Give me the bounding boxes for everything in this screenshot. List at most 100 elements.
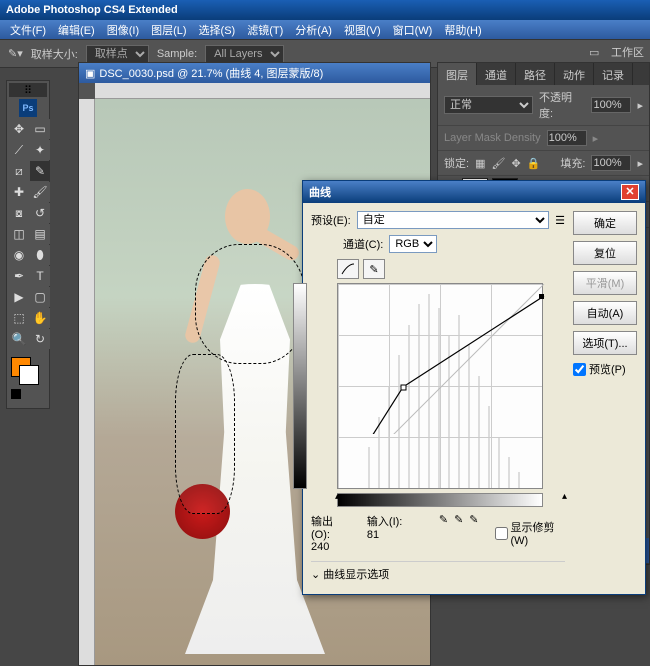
tab-history[interactable]: 记录 bbox=[594, 63, 633, 85]
menu-analysis[interactable]: 分析(A) bbox=[289, 20, 338, 40]
toolbox-grip[interactable]: ⠿ bbox=[9, 83, 47, 97]
fill-label: 填充: bbox=[560, 155, 585, 171]
zoom-tool[interactable]: 🔍 bbox=[9, 329, 29, 349]
hand-tool[interactable]: ✋ bbox=[30, 308, 50, 328]
menu-edit[interactable]: 编辑(E) bbox=[52, 20, 101, 40]
input-value[interactable]: 81 bbox=[367, 529, 407, 541]
magic-wand-tool[interactable]: ✦ bbox=[30, 140, 50, 160]
app-titlebar: Adobe Photoshop CS4 Extended bbox=[0, 0, 650, 20]
move-tool[interactable]: ✥ bbox=[9, 119, 29, 139]
document-title: DSC_0030.psd @ 21.7% (曲线 4, 图层蒙版/8) bbox=[99, 65, 323, 81]
toolbox: ⠿ Ps ✥ ▭ ⟋ ✦ ⧄ ✎ ✚ 🖌 ⧇ ↺ ◫ ▤ ◉ ⬮ ✒ T ▶ ▢… bbox=[6, 80, 50, 409]
output-value[interactable]: 240 bbox=[311, 541, 351, 553]
channel-label: 通道(C): bbox=[343, 236, 383, 252]
display-options-disclosure[interactable]: ⌄ 曲线显示选项 bbox=[311, 561, 565, 586]
curve-path bbox=[338, 284, 638, 434]
screen-mode-icon[interactable]: ▭ bbox=[589, 46, 605, 58]
eraser-tool[interactable]: ◫ bbox=[9, 224, 29, 244]
eyedropper-tool[interactable]: ✎ bbox=[30, 161, 50, 181]
pen-tool[interactable]: ✒ bbox=[9, 266, 29, 286]
preset-label: 预设(E): bbox=[311, 212, 351, 228]
sample-label: Sample: bbox=[157, 48, 197, 60]
black-point-slider[interactable]: ▴ bbox=[335, 491, 340, 502]
sample-size-select[interactable]: 取样点 bbox=[86, 45, 149, 63]
reset-button[interactable]: 复位 bbox=[573, 241, 637, 265]
output-gradient bbox=[293, 283, 307, 489]
dialog-titlebar[interactable]: 曲线 ✕ bbox=[303, 181, 645, 203]
channel-select[interactable]: RGB bbox=[389, 235, 437, 253]
menu-file[interactable]: 文件(F) bbox=[4, 20, 52, 40]
tab-channels[interactable]: 通道 bbox=[477, 63, 516, 85]
output-label: 输出(O): bbox=[311, 513, 351, 541]
density-input[interactable] bbox=[547, 130, 587, 146]
shape-tool[interactable]: ▢ bbox=[30, 287, 50, 307]
eyedropper-icon[interactable]: ✎▾ bbox=[8, 47, 23, 60]
opacity-input[interactable] bbox=[591, 97, 631, 113]
curves-dialog: 曲线 ✕ 预设(E): 自定 ☰ 通道(C): RGB ✎ bbox=[302, 180, 646, 595]
default-colors-icon[interactable] bbox=[11, 389, 21, 399]
curves-graph[interactable] bbox=[337, 283, 543, 489]
menu-window[interactable]: 窗口(W) bbox=[387, 20, 439, 40]
workspace-switcher[interactable]: ▭ 工作区 bbox=[589, 44, 644, 60]
healing-tool[interactable]: ✚ bbox=[9, 182, 29, 202]
menu-view[interactable]: 视图(V) bbox=[338, 20, 387, 40]
lock-pixels-icon[interactable]: 🖌 bbox=[491, 157, 505, 170]
menu-image[interactable]: 图像(I) bbox=[101, 20, 145, 40]
color-swatches[interactable] bbox=[9, 353, 47, 406]
gray-eyedropper-icon[interactable]: ✎ bbox=[454, 513, 463, 553]
marching-ants-selection bbox=[195, 244, 305, 364]
menu-filter[interactable]: 滤镜(T) bbox=[241, 20, 289, 40]
menu-select[interactable]: 选择(S) bbox=[193, 20, 242, 40]
3d-tool[interactable]: ⬚ bbox=[9, 308, 29, 328]
history-brush-tool[interactable]: ↺ bbox=[30, 203, 50, 223]
close-button[interactable]: ✕ bbox=[621, 184, 639, 200]
tab-layers[interactable]: 图层 bbox=[438, 63, 477, 85]
rotate-view-tool[interactable]: ↻ bbox=[30, 329, 50, 349]
stamp-tool[interactable]: ⧇ bbox=[9, 203, 29, 223]
lock-label: 锁定: bbox=[444, 155, 469, 171]
preset-select[interactable]: 自定 bbox=[357, 211, 549, 229]
fill-input[interactable] bbox=[591, 155, 631, 171]
show-clipping-checkbox[interactable] bbox=[495, 527, 508, 540]
lock-transparency-icon[interactable]: ▦ bbox=[475, 157, 485, 170]
curve-point-tool[interactable] bbox=[337, 259, 359, 279]
marching-ants-selection bbox=[175, 354, 235, 514]
ruler-horizontal[interactable] bbox=[95, 83, 430, 99]
blur-tool[interactable]: ◉ bbox=[9, 245, 29, 265]
tab-actions[interactable]: 动作 bbox=[555, 63, 594, 85]
blend-mode-select[interactable]: 正常 bbox=[444, 96, 533, 114]
type-tool[interactable]: T bbox=[30, 266, 50, 286]
curve-draw-tool[interactable]: ✎ bbox=[363, 259, 385, 279]
density-chevron-icon[interactable]: ▸ bbox=[593, 132, 599, 145]
input-gradient bbox=[337, 493, 543, 507]
fill-chevron-icon[interactable]: ▸ bbox=[637, 157, 643, 170]
sample-select[interactable]: All Layers bbox=[205, 45, 284, 63]
lasso-tool[interactable]: ⟋ bbox=[9, 140, 29, 160]
white-point-slider[interactable]: ▴ bbox=[562, 491, 567, 502]
background-swatch[interactable] bbox=[19, 365, 39, 385]
ok-button[interactable]: 确定 bbox=[573, 211, 637, 235]
white-eyedropper-icon[interactable]: ✎ bbox=[469, 513, 478, 553]
app-title: Adobe Photoshop CS4 Extended bbox=[6, 4, 178, 16]
crop-tool[interactable]: ⧄ bbox=[9, 161, 29, 181]
dodge-tool[interactable]: ⬮ bbox=[30, 245, 50, 265]
preset-menu-icon[interactable]: ☰ bbox=[555, 214, 565, 227]
black-eyedropper-icon[interactable]: ✎ bbox=[439, 513, 448, 553]
ps-logo-icon[interactable]: Ps bbox=[19, 99, 37, 117]
path-select-tool[interactable]: ▶ bbox=[9, 287, 29, 307]
panel-tabs: 图层 通道 路径 动作 记录 bbox=[438, 63, 649, 85]
opacity-chevron-icon[interactable]: ▸ bbox=[637, 99, 643, 112]
brush-tool[interactable]: 🖌 bbox=[30, 182, 50, 202]
ruler-vertical[interactable] bbox=[79, 99, 95, 665]
menu-help[interactable]: 帮助(H) bbox=[438, 20, 487, 40]
marquee-tool[interactable]: ▭ bbox=[30, 119, 50, 139]
menu-layer[interactable]: 图层(L) bbox=[145, 20, 192, 40]
density-label: Layer Mask Density bbox=[444, 132, 541, 144]
dialog-title: 曲线 bbox=[309, 184, 331, 200]
tab-paths[interactable]: 路径 bbox=[516, 63, 555, 85]
document-titlebar[interactable]: ▣ DSC_0030.psd @ 21.7% (曲线 4, 图层蒙版/8) bbox=[79, 63, 430, 83]
gradient-tool[interactable]: ▤ bbox=[30, 224, 50, 244]
doc-icon: ▣ bbox=[85, 67, 95, 80]
lock-position-icon[interactable]: ✥ bbox=[511, 157, 520, 170]
lock-all-icon[interactable]: 🔒 bbox=[527, 157, 541, 170]
